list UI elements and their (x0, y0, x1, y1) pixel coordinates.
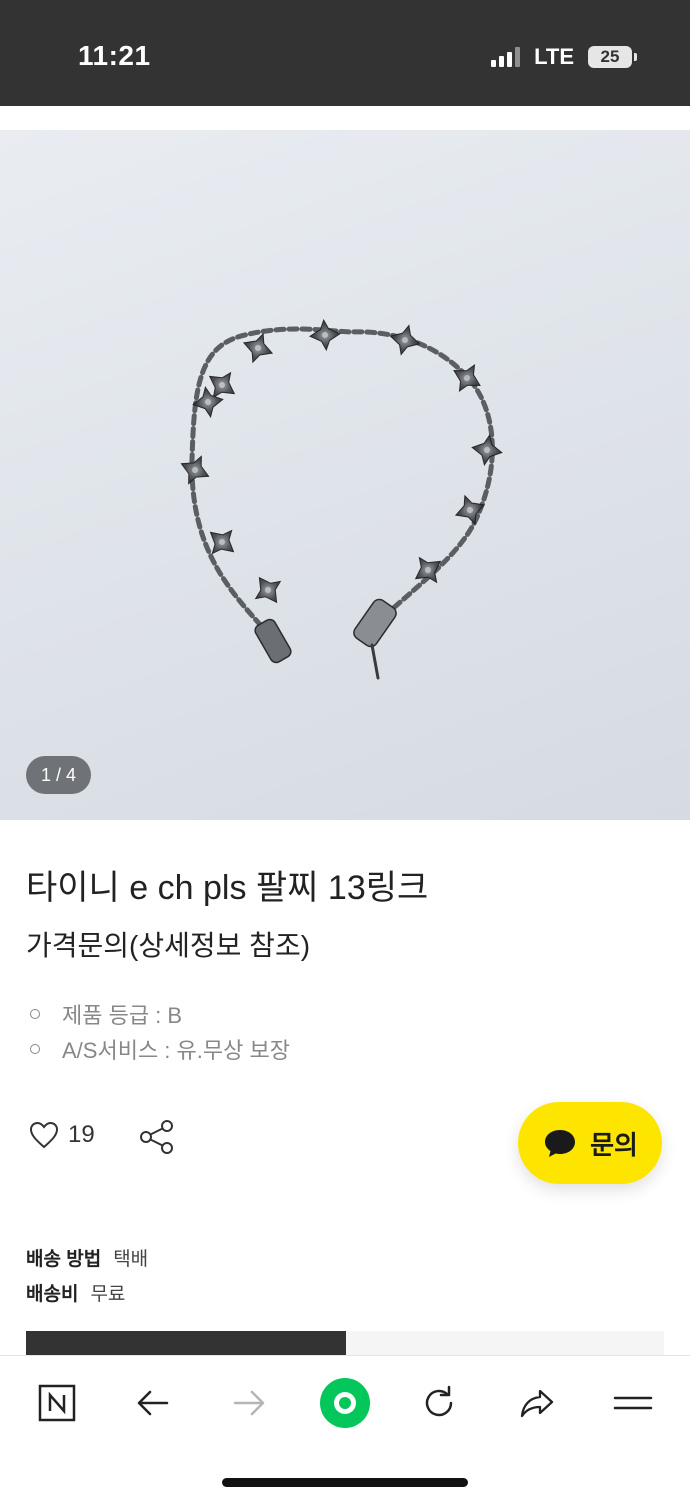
back-button[interactable] (128, 1378, 178, 1428)
product-image[interactable] (0, 130, 690, 820)
image-counter: 1 / 4 (26, 756, 91, 794)
like-count: 19 (68, 1121, 95, 1148)
naver-green-dot-icon (320, 1378, 370, 1428)
product-price: 가격문의(상세정보 참조) (26, 930, 311, 961)
home-indicator (222, 1478, 468, 1487)
inquiry-button[interactable]: 문의 (518, 1102, 662, 1184)
bullet-icon (30, 1008, 40, 1019)
like-button[interactable]: 19 (28, 1120, 95, 1150)
shipping-method-row: 배송 방법 택배 (26, 1240, 148, 1275)
inquiry-label: 문의 (590, 1129, 638, 1160)
bullet-icon (30, 1043, 40, 1054)
spec-item: A/S서비스 : 유.무상 보장 (30, 1031, 290, 1066)
spec-list: 제품 등급 : B A/S서비스 : 유.무상 보장 (30, 996, 290, 1066)
battery-level: 25 (600, 47, 620, 66)
share-icon (140, 1120, 173, 1154)
tab-active-indicator[interactable] (26, 1331, 346, 1355)
chat-bubble-icon (545, 1130, 576, 1157)
browser-share-button[interactable] (512, 1378, 562, 1428)
share-icon (520, 1389, 554, 1418)
signal-icon (491, 47, 521, 67)
status-indicators: LTE 25 (491, 44, 637, 70)
shipping-fee-row: 배송비 무료 (26, 1275, 148, 1310)
shipping-info: 배송 방법 택배 배송비 무료 (26, 1240, 148, 1310)
battery-icon: 25 (588, 46, 637, 68)
forward-button[interactable] (224, 1378, 274, 1428)
spec-text: 제품 등급 : B (62, 1002, 183, 1028)
status-time: 11:21 (78, 40, 151, 71)
shipping-method-value: 택배 (113, 1249, 149, 1270)
detail-tab-bar[interactable] (26, 1331, 664, 1355)
naver-n-icon (38, 1384, 76, 1422)
shipping-method-label: 배송 방법 (26, 1249, 102, 1270)
reload-icon (425, 1385, 453, 1417)
naver-green-button[interactable] (318, 1376, 372, 1430)
reload-button[interactable] (414, 1378, 464, 1428)
menu-icon (613, 1396, 653, 1410)
menu-button[interactable] (608, 1378, 658, 1428)
product-title: 타이니 e ch pls 팔찌 13링크 (26, 869, 429, 907)
shipping-fee-label: 배송비 (26, 1284, 79, 1305)
bracelet-photo (174, 318, 505, 680)
back-arrow-icon (137, 1390, 169, 1416)
share-button[interactable] (138, 1118, 176, 1161)
forward-arrow-icon (233, 1390, 265, 1416)
naver-home-button[interactable] (32, 1378, 82, 1428)
status-bar: 11:21 LTE 25 (0, 0, 690, 106)
heart-icon (29, 1121, 59, 1149)
browser-toolbar (0, 1355, 690, 1500)
spec-item: 제품 등급 : B (30, 996, 290, 1031)
shipping-fee-value: 무료 (90, 1284, 126, 1305)
spec-text: A/S서비스 : 유.무상 보장 (62, 1037, 290, 1063)
network-label: LTE (534, 44, 574, 69)
